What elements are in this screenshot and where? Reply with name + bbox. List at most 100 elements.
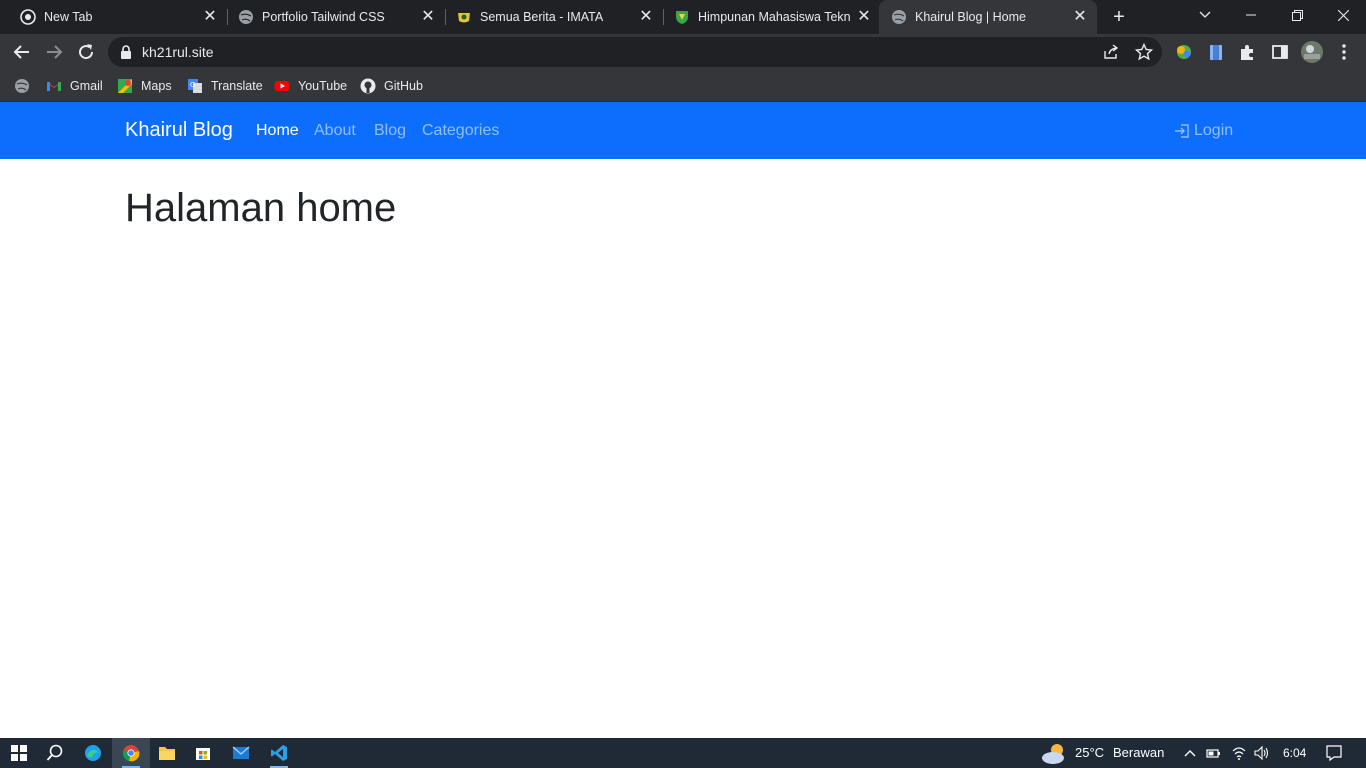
- tab-strip: New Tab ✕ Portfolio Tailwind CSS ✕ Semua…: [0, 0, 1366, 34]
- bookmark-label: Maps: [141, 79, 172, 93]
- weather-cloud-sun-icon[interactable]: [1040, 741, 1068, 765]
- tab-himpunan[interactable]: Himpunan Mahasiswa Teknik ✕: [654, 0, 880, 34]
- nav-link-blog[interactable]: Blog: [374, 122, 406, 140]
- site-navbar: Khairul Blog Home About Blog Categories …: [0, 102, 1366, 159]
- bookmark-maps[interactable]: Maps: [117, 76, 172, 96]
- nav-link-about[interactable]: About: [314, 122, 356, 140]
- close-window-button[interactable]: [1320, 0, 1366, 30]
- clock-time[interactable]: 6:04: [1283, 746, 1306, 760]
- tab-search-button[interactable]: [1182, 0, 1228, 30]
- login-link[interactable]: Login: [1174, 122, 1233, 140]
- bookmark-star-icon[interactable]: [1135, 43, 1153, 61]
- restore-button[interactable]: [1274, 0, 1320, 30]
- bookmark-youtube[interactable]: YouTube: [274, 76, 347, 96]
- taskbar-mail[interactable]: [222, 738, 260, 768]
- share-icon[interactable]: [1102, 43, 1120, 61]
- mail-icon: [232, 746, 250, 759]
- windows-taskbar: 25°C Berawan 6:04: [0, 738, 1366, 768]
- tab-new-tab[interactable]: New Tab ✕: [0, 0, 226, 34]
- apps-globe-icon[interactable]: [14, 78, 30, 94]
- reload-button[interactable]: [74, 40, 98, 64]
- web-page: Khairul Blog Home About Blog Categories …: [0, 102, 1366, 738]
- volume-icon[interactable]: [1253, 745, 1269, 761]
- tab-close-button[interactable]: ✕: [420, 9, 436, 25]
- tab-imata[interactable]: Semua Berita - IMATA ✕: [436, 0, 662, 34]
- globe-icon: [239, 10, 253, 24]
- nav-link-categories[interactable]: Categories: [422, 122, 499, 140]
- edge-icon: [85, 745, 101, 761]
- tab-portfolio[interactable]: Portfolio Tailwind CSS ✕: [218, 0, 444, 34]
- extension-document-icon[interactable]: [1206, 42, 1226, 62]
- restore-icon: [1291, 10, 1303, 21]
- folder-icon: [159, 747, 175, 760]
- notification-icon[interactable]: [1325, 744, 1343, 762]
- chevron-up-icon[interactable]: [1182, 745, 1198, 761]
- wifi-icon[interactable]: [1231, 745, 1247, 761]
- imata-logo-icon: [458, 13, 470, 23]
- tab-title: New Tab: [44, 10, 93, 24]
- login-label: Login: [1194, 122, 1234, 139]
- search-icon: [46, 744, 63, 761]
- lock-icon: [121, 45, 131, 59]
- tab-close-button[interactable]: ✕: [856, 9, 872, 25]
- taskbar-store[interactable]: [184, 738, 222, 768]
- youtube-icon: [274, 81, 290, 91]
- forward-button[interactable]: [42, 40, 66, 64]
- bookmark-gmail[interactable]: Gmail: [46, 76, 103, 96]
- maps-icon: [118, 79, 132, 93]
- tab-close-button[interactable]: ✕: [202, 9, 218, 25]
- menu-kebab-icon[interactable]: [1334, 42, 1354, 62]
- tab-title: Khairul Blog | Home: [915, 10, 1026, 24]
- windows-logo-icon: [11, 745, 27, 761]
- address-bar[interactable]: kh21rul.site: [108, 37, 1162, 67]
- bookmark-label: Translate: [211, 79, 263, 93]
- extension-colorful-icon[interactable]: [1174, 42, 1194, 62]
- taskbar-chrome[interactable]: [112, 738, 150, 768]
- shield-logo-icon: [676, 11, 688, 24]
- url-text[interactable]: kh21rul.site: [142, 44, 214, 60]
- tab-title: Semua Berita - IMATA: [480, 10, 604, 24]
- vscode-icon: [271, 745, 287, 761]
- translate-icon: G: [188, 79, 202, 93]
- extensions-puzzle-icon[interactable]: [1238, 42, 1258, 62]
- chrome-icon: [122, 745, 140, 762]
- new-tab-button[interactable]: +: [1108, 6, 1130, 28]
- bookmark-label: YouTube: [298, 79, 348, 93]
- github-icon: [360, 78, 376, 94]
- battery-icon[interactable]: [1205, 745, 1221, 761]
- weather-temperature[interactable]: 25°C: [1075, 745, 1104, 760]
- bookmark-github[interactable]: GitHub: [360, 76, 423, 96]
- chrome-icon: [20, 9, 36, 25]
- weather-description[interactable]: Berawan: [1113, 745, 1164, 760]
- profile-avatar[interactable]: [1301, 41, 1323, 63]
- minimize-button[interactable]: [1228, 0, 1274, 30]
- svg-text:G: G: [190, 81, 195, 89]
- close-icon: [1337, 9, 1349, 22]
- search-button[interactable]: [36, 738, 74, 768]
- side-panel-icon[interactable]: [1270, 42, 1290, 62]
- navbar-brand[interactable]: Khairul Blog: [125, 119, 233, 142]
- gmail-icon: [47, 82, 61, 91]
- browser-toolbar: kh21rul.site: [0, 34, 1366, 70]
- taskbar-vscode[interactable]: [260, 738, 298, 768]
- bookmark-label: Gmail: [70, 79, 103, 93]
- minimize-icon: [1246, 14, 1256, 16]
- login-arrow-icon: [1175, 124, 1189, 138]
- globe-icon: [892, 10, 906, 24]
- bookmark-label: GitHub: [384, 79, 423, 93]
- nav-link-home[interactable]: Home: [256, 122, 299, 140]
- store-icon: [196, 748, 210, 760]
- taskbar-file-explorer[interactable]: [148, 738, 186, 768]
- back-button[interactable]: [10, 40, 34, 64]
- taskbar-edge[interactable]: [74, 738, 112, 768]
- bookmarks-bar: Gmail Maps G Translate YouTube GitHub: [0, 70, 1366, 102]
- page-title: Halaman home: [125, 186, 397, 230]
- chevron-down-icon: [1199, 11, 1211, 18]
- tab-close-button[interactable]: ✕: [1072, 9, 1088, 25]
- tab-title: Himpunan Mahasiswa Teknik: [698, 10, 850, 24]
- tab-title: Portfolio Tailwind CSS: [262, 10, 385, 24]
- bookmark-translate[interactable]: G Translate: [187, 76, 263, 96]
- tab-khairul-blog[interactable]: Khairul Blog | Home ✕: [879, 0, 1097, 34]
- tab-close-button[interactable]: ✕: [638, 9, 654, 25]
- start-button[interactable]: [0, 738, 38, 768]
